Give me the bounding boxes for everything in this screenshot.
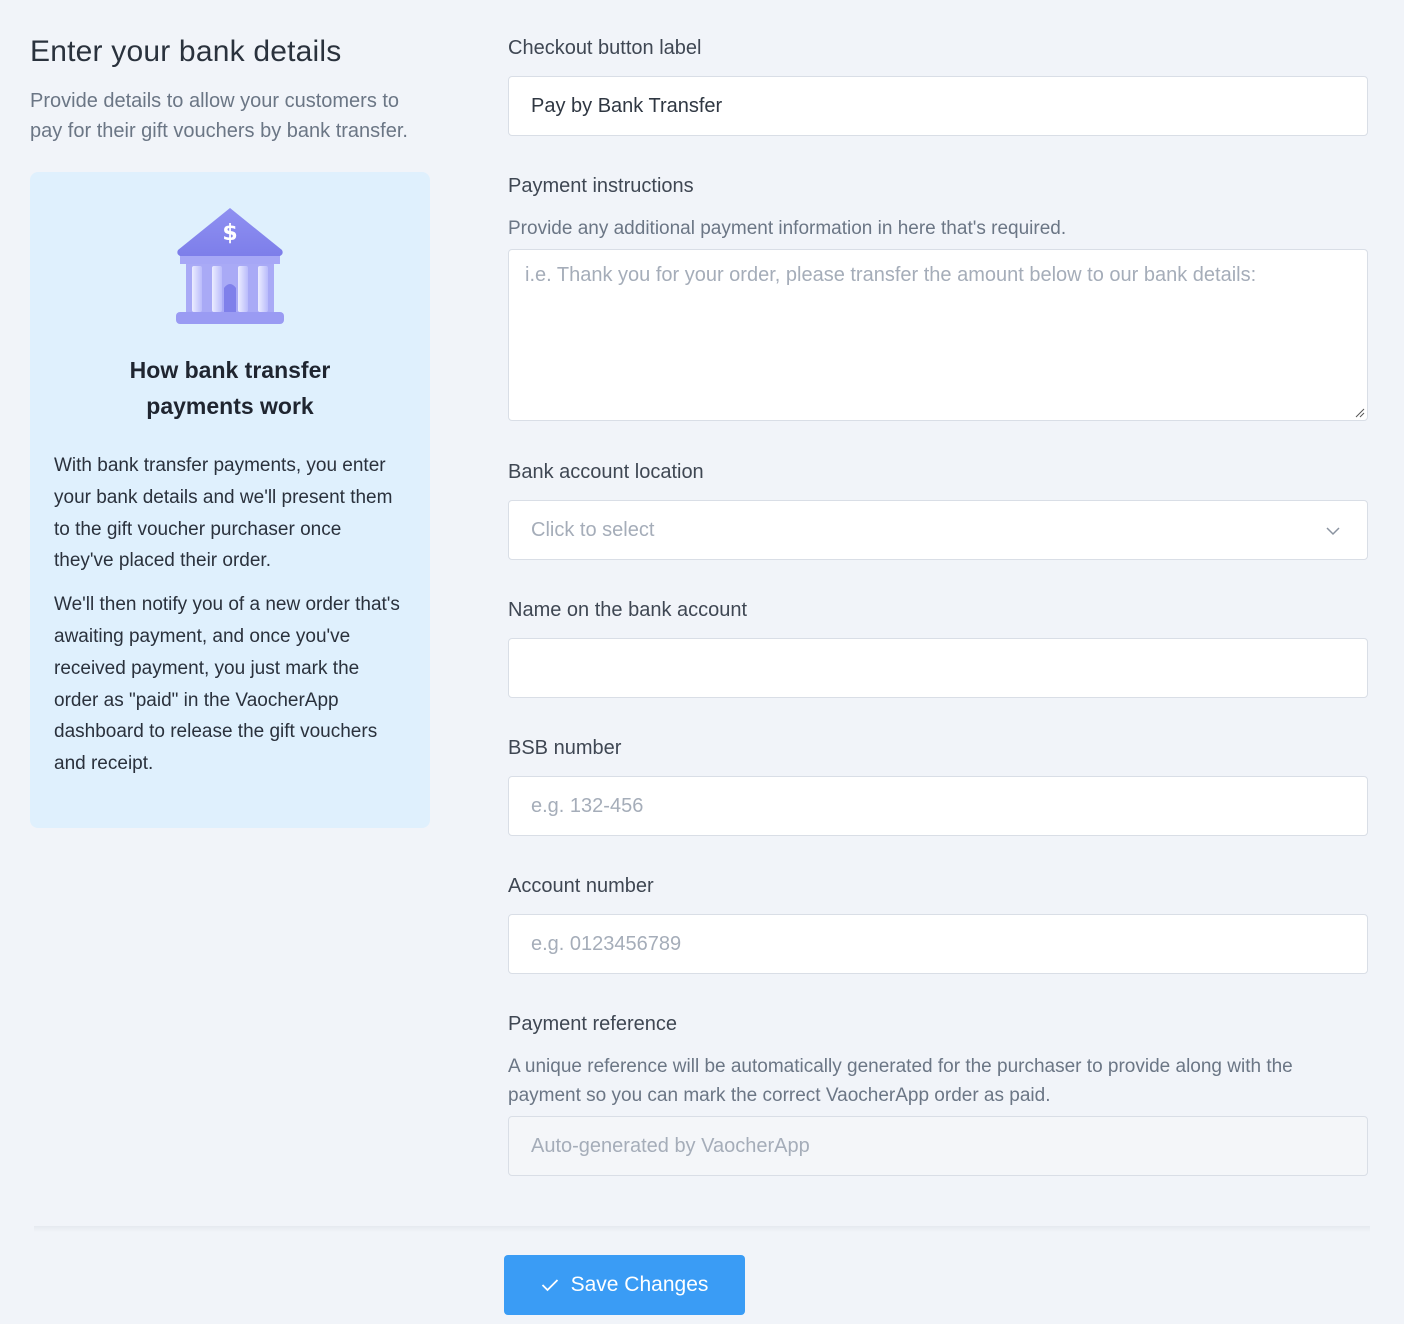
account-name-input[interactable] [508,638,1368,698]
payment-reference-label: Payment reference [508,1013,677,1035]
chevron-down-icon [1326,527,1340,536]
payment-instructions-textarea[interactable]: i.e. Thank you for your order, please tr… [508,249,1368,421]
account-number-input[interactable]: e.g. 0123456789 [508,914,1368,974]
info-card-title: How bank transfer payments work [129,357,331,419]
page-description: Provide details to allow your customers … [30,90,408,142]
page-title: Enter your bank details [30,35,342,68]
svg-text:$: $ [222,221,237,246]
save-changes-label: Save Changes [570,1273,709,1296]
payment-reference-help: A unique reference will be automatically… [508,1056,1293,1106]
payment-instructions-placeholder: i.e. Thank you for your order, please tr… [525,264,1257,286]
footer-divider [34,1226,1370,1232]
resize-grip-icon[interactable] [1355,408,1365,418]
info-card: $ How bank transfer payments work With b… [30,172,430,828]
bank-location-select[interactable]: Click to select [508,500,1368,560]
intro-panel: Enter your bank details Provide details … [30,32,430,828]
account-name-label: Name on the bank account [508,599,748,621]
payment-instructions-label: Payment instructions [508,175,694,197]
checkout-label-label: Checkout button label [508,37,702,59]
bank-location-placeholder: Click to select [531,518,655,541]
save-changes-button[interactable]: Save Changes [504,1255,745,1315]
checkout-label-input[interactable]: Pay by Bank Transfer [508,76,1368,136]
bank-icon: $ [176,208,284,324]
checkmark-icon [541,1279,558,1292]
info-card-paragraph: We'll then notify you of a new order tha… [54,594,400,775]
account-number-label: Account number [508,875,654,897]
payment-reference-input: Auto-generated by VaocherApp [508,1116,1368,1176]
payment-instructions-help: Provide any additional payment informati… [508,218,1067,239]
bsb-number-label: BSB number [508,737,622,759]
bank-location-label: Bank account location [508,461,704,483]
bsb-number-input[interactable]: e.g. 132-456 [508,776,1368,836]
info-card-paragraph: With bank transfer payments, you enter y… [54,455,393,572]
